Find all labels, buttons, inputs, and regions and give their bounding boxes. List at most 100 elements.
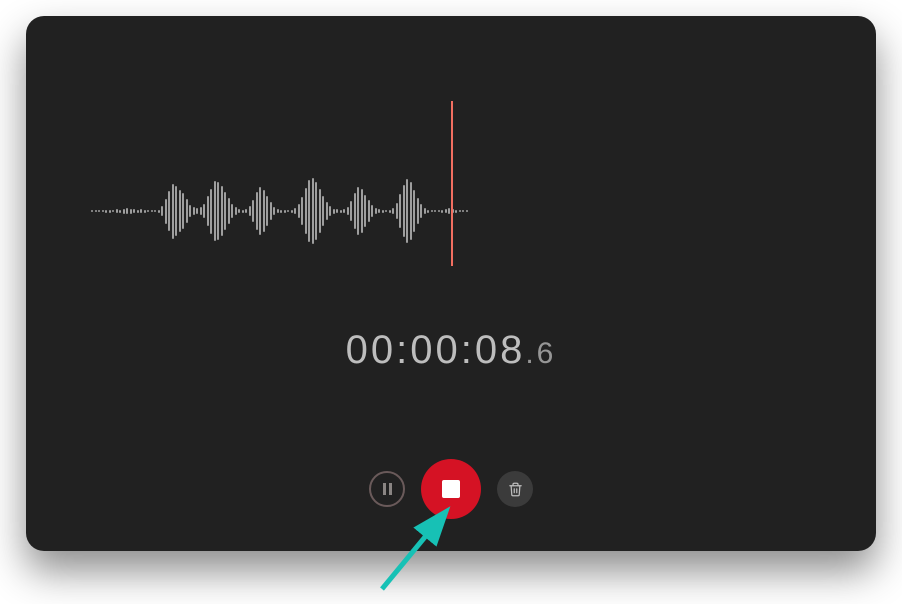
waveform-bar [207, 196, 209, 226]
stop-button[interactable] [421, 459, 481, 519]
recorder-controls [26, 459, 876, 519]
waveform-bar [133, 209, 135, 213]
waveform-bar [371, 205, 373, 217]
waveform-bar [399, 194, 401, 228]
waveform-bar [161, 206, 163, 216]
waveform-bar [350, 201, 352, 221]
waveform-bar [322, 196, 324, 226]
waveform-bar [221, 186, 223, 236]
waveform-bar [193, 207, 195, 215]
waveform-bar [406, 179, 408, 243]
waveform-bar [336, 209, 338, 213]
waveform-bar [91, 210, 93, 212]
pause-button[interactable] [369, 471, 405, 507]
waveform-bar [312, 178, 314, 244]
waveform-bar [186, 199, 188, 223]
waveform-bar [382, 210, 384, 213]
waveform-bar [287, 210, 289, 212]
waveform-bar [109, 210, 111, 213]
waveform-bar [333, 209, 335, 214]
waveform-bar [459, 210, 461, 212]
waveform-bar [256, 192, 258, 230]
waveform-bar [98, 210, 100, 212]
waveform-bar [448, 208, 450, 214]
waveform-bar [403, 185, 405, 237]
waveform-bar [116, 209, 118, 213]
waveform-bar [438, 210, 440, 212]
waveform-bar [462, 210, 464, 212]
waveform-bar [200, 207, 202, 215]
waveform [91, 136, 471, 286]
waveform-bar [210, 189, 212, 234]
waveform-bar [364, 195, 366, 227]
waveform-bar [172, 184, 174, 239]
waveform-bar [273, 207, 275, 215]
waveform-bar [228, 198, 230, 224]
waveform-bar [196, 208, 198, 214]
waveform-bar [242, 210, 244, 213]
waveform-bar [340, 210, 342, 213]
waveform-bar [189, 205, 191, 217]
waveform-bar [126, 208, 128, 214]
waveform-bar [427, 210, 429, 213]
waveform-bar [144, 210, 146, 213]
waveform-bar [259, 187, 261, 235]
timer-main: 00:00:08 [346, 328, 526, 372]
waveform-bar [102, 210, 104, 212]
waveform-bar [231, 204, 233, 218]
waveform-bar [238, 209, 240, 213]
waveform-bar [158, 210, 160, 213]
playhead-indicator [451, 101, 453, 266]
waveform-bar [466, 210, 468, 212]
waveform-bar [165, 199, 167, 224]
waveform-bar [326, 202, 328, 220]
waveform-bar [410, 182, 412, 240]
recording-timer: 00:00:08.6 [26, 328, 876, 373]
waveform-bar [130, 209, 132, 214]
stop-icon [442, 480, 460, 498]
waveform-bar [119, 210, 121, 213]
waveform-bar [347, 207, 349, 215]
waveform-bar [298, 204, 300, 218]
waveform-bar [417, 198, 419, 224]
waveform-bar [147, 210, 149, 212]
waveform-bar [291, 210, 293, 213]
waveform-bar [179, 190, 181, 232]
waveform-bar [203, 204, 205, 218]
waveform-bar [294, 208, 296, 214]
waveform-bar [249, 206, 251, 216]
waveform-bar [245, 209, 247, 213]
waveform-bar [105, 210, 107, 213]
waveform-bar [266, 196, 268, 226]
waveform-bar [396, 203, 398, 219]
waveform-bar [214, 181, 216, 241]
waveform-bar [357, 187, 359, 235]
waveform-bar [455, 210, 457, 213]
pause-icon [383, 483, 392, 495]
waveform-bar [343, 209, 345, 213]
waveform-bar [168, 191, 170, 231]
waveform-bar [368, 200, 370, 222]
delete-button[interactable] [497, 471, 533, 507]
timer-tenths: .6 [525, 337, 556, 370]
waveform-bar [378, 209, 380, 213]
waveform-bar [420, 204, 422, 218]
waveform-bar [182, 193, 184, 229]
waveform-bar [154, 210, 156, 212]
waveform-bar [413, 190, 415, 232]
waveform-bar [280, 210, 282, 213]
waveform-bar [361, 189, 363, 233]
waveform-bar [375, 208, 377, 214]
waveform-bar [284, 210, 286, 213]
waveform-bar [235, 207, 237, 215]
waveform-bar [123, 209, 125, 214]
waveform-bar [252, 200, 254, 222]
waveform-bar [315, 182, 317, 240]
waveform-bar [431, 210, 433, 212]
waveform-bar [441, 210, 443, 213]
waveform-bar [319, 189, 321, 233]
trash-icon [508, 482, 523, 497]
waveform-bar [217, 182, 219, 240]
waveform-bar [434, 210, 436, 212]
waveform-bar [305, 188, 307, 234]
